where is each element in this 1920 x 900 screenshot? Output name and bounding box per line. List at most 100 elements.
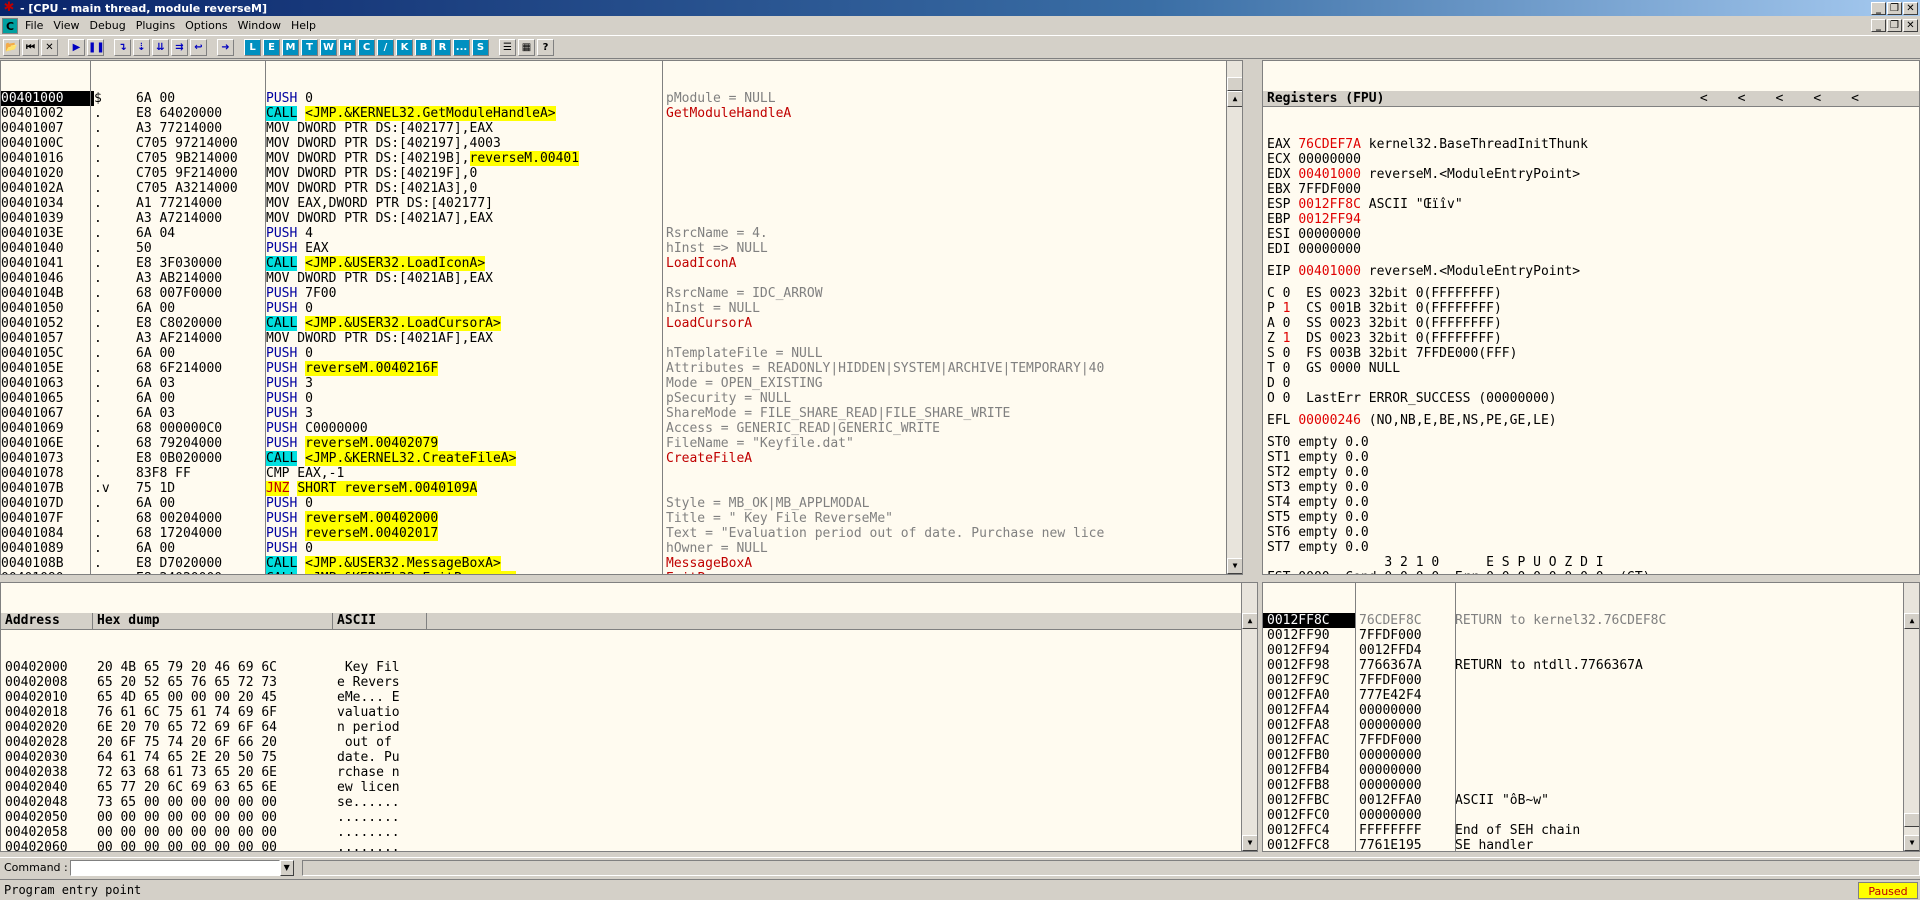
dump-address[interactable]: 00402060 — [1, 840, 93, 851]
restore-button[interactable]: ❐ — [1887, 1, 1902, 15]
restart-icon[interactable]: ⏮ — [22, 38, 39, 56]
address-cell[interactable]: 0040107F — [1, 511, 94, 526]
hex-bytes-cell[interactable]: A3 77214000 — [136, 121, 266, 136]
stack-row[interactable]: 0012FF98 7766367A RETURN to ntdll.7766367A — [1263, 658, 1919, 673]
instruction-cell[interactable]: PUSH 3 — [266, 376, 666, 391]
stack-address[interactable]: 0012FFB0 — [1263, 748, 1355, 763]
stack-value[interactable]: FFFFFFFF — [1355, 823, 1455, 838]
instruction-cell[interactable]: CMP EAX,-1 — [266, 466, 666, 481]
stack-value[interactable]: 00000000 — [1355, 703, 1455, 718]
stack-value[interactable]: 00000000 — [1355, 763, 1455, 778]
address-cell[interactable]: 0040105E — [1, 361, 94, 376]
instruction-cell[interactable]: CALL <JMP.&KERNEL32.GetModuleHandleA> — [266, 106, 666, 121]
menu-view[interactable]: View — [49, 19, 85, 32]
menu-options[interactable]: Options — [181, 19, 233, 32]
register-line[interactable]: FST 0000 Cond 0 0 0 0 Err 0 0 0 0 0 0 0 … — [1263, 570, 1919, 574]
hex-bytes-cell[interactable]: 6A 03 — [136, 376, 266, 391]
register-line[interactable]: ST1 empty 0.0 — [1263, 450, 1919, 465]
stack-row[interactable]: 0012FFB8 00000000 — [1263, 778, 1919, 793]
dump-hex[interactable]: 65 20 52 65 76 65 72 73 — [93, 675, 333, 690]
menu-file[interactable]: File — [21, 19, 49, 32]
instruction-cell[interactable]: JNZ SHORT reverseM.0040109A — [266, 481, 666, 496]
register-line[interactable]: EDX 00401000 reverseM.<ModuleEntryPoint> — [1263, 167, 1919, 182]
dump-hex[interactable]: 00 00 00 00 00 00 00 00 — [93, 840, 333, 851]
dump-address[interactable]: 00402008 — [1, 675, 93, 690]
dump-ascii[interactable]: date. Pu — [333, 750, 427, 765]
stack-address[interactable]: 0012FF8C — [1263, 613, 1355, 628]
close-button[interactable]: ✕ — [1903, 1, 1918, 15]
dump-address[interactable]: 00402050 — [1, 810, 93, 825]
scroll-down-icon[interactable]: ▼ — [1904, 835, 1919, 851]
instruction-cell[interactable]: MOV DWORD PTR DS:[4021A3],0 — [266, 181, 666, 196]
hex-bytes-cell[interactable]: 68 17204000 — [136, 526, 266, 541]
disasm-row[interactable]: 00401073. E8 0B020000 CALL <JMP.&KERNEL32.… — [1, 451, 1242, 466]
disasm-row[interactable]: 00401046. A3 AB214000 MOV DWORD PTR DS:[40… — [1, 271, 1242, 286]
window-button-patches[interactable]: / — [377, 38, 394, 56]
address-cell[interactable]: 0040100C — [1, 136, 94, 151]
instruction-cell[interactable]: PUSH 0 — [266, 496, 666, 511]
disasm-row[interactable]: 0040107D. 6A 00 PUSH 0 Style = MB_OK|MB_APP… — [1, 496, 1242, 511]
dump-ascii[interactable]: se...... — [333, 795, 427, 810]
stack-value[interactable]: 7FFDF000 — [1355, 733, 1455, 748]
scroll-thumb[interactable] — [1904, 813, 1919, 827]
dump-scrollbar[interactable]: ▲ ▼ — [1241, 583, 1257, 851]
disasm-row[interactable]: 00401065. 6A 00 PUSH 0 pSecurity = NULL — [1, 391, 1242, 406]
dump-ascii[interactable]: Key Fil — [333, 660, 427, 675]
stack-value[interactable]: 00000000 — [1355, 808, 1455, 823]
stack-row[interactable]: 0012FF90 7FFDF000 — [1263, 628, 1919, 643]
dump-address[interactable]: 00402020 — [1, 720, 93, 735]
dump-ascii[interactable]: ........ — [333, 840, 427, 851]
address-cell[interactable]: 00401041 — [1, 256, 94, 271]
register-line[interactable]: ST7 empty 0.0 — [1263, 540, 1919, 555]
stack-address[interactable]: 0012FFC8 — [1263, 838, 1355, 851]
child-minimize-button[interactable]: _ — [1871, 19, 1886, 32]
dump-row[interactable]: 00402018 76 61 6C 75 61 74 69 6F valuatio — [1, 705, 1257, 720]
dump-row[interactable]: 00402048 73 65 00 00 00 00 00 00 se...... — [1, 795, 1257, 810]
child-restore-button[interactable]: ❐ — [1887, 19, 1902, 32]
stack-address[interactable]: 0012FFA0 — [1263, 688, 1355, 703]
register-line[interactable]: ECX 00000000 — [1263, 152, 1919, 167]
window-button-k[interactable]: K — [396, 38, 413, 56]
hex-bytes-cell[interactable]: A1 77214000 — [136, 196, 266, 211]
register-line[interactable]: EBX 7FFDF000 — [1263, 182, 1919, 197]
instruction-cell[interactable]: PUSH 0 — [266, 301, 666, 316]
register-line[interactable]: EAX 76CDEF7A kernel32.BaseThreadInitThun… — [1263, 137, 1919, 152]
window-button-s[interactable]: S — [472, 38, 489, 56]
hex-bytes-cell[interactable]: 68 79204000 — [136, 436, 266, 451]
disasm-row[interactable]: 00401020. C705 9F214000 MOV DWORD PTR DS:[… — [1, 166, 1242, 181]
step-over-icon[interactable]: ⇣ — [133, 38, 150, 56]
stack-value[interactable]: 0012FFD4 — [1355, 643, 1455, 658]
stack-scrollbar[interactable]: ▲ ▼ — [1903, 583, 1919, 851]
stack-value[interactable]: 7FFDF000 — [1355, 673, 1455, 688]
dump-col-ascii[interactable]: ASCII — [333, 613, 427, 629]
disasm-row[interactable]: 00401050. 6A 00 PUSH 0 hInst = NULL — [1, 301, 1242, 316]
hex-bytes-cell[interactable]: C705 9F214000 — [136, 166, 266, 181]
stack-row[interactable]: 0012FFA4 00000000 — [1263, 703, 1919, 718]
help-icon[interactable]: ? — [537, 38, 554, 56]
instruction-cell[interactable]: CALL <JMP.&USER32.LoadCursorA> — [266, 316, 666, 331]
address-cell[interactable]: 00401057 — [1, 331, 94, 346]
dump-address[interactable]: 00402038 — [1, 765, 93, 780]
stack-value[interactable]: 0012FFA0 — [1355, 793, 1455, 808]
address-cell[interactable]: 00401050 — [1, 301, 94, 316]
window-button-m[interactable]: M — [282, 38, 299, 56]
cpu-window-icon[interactable]: C — [2, 17, 18, 34]
disasm-row[interactable]: 00401084. 68 17204000 PUSH reverseM.004020… — [1, 526, 1242, 541]
instruction-cell[interactable]: MOV DWORD PTR DS:[402177],EAX — [266, 121, 666, 136]
stack-row[interactable]: 0012FFC0 00000000 — [1263, 808, 1919, 823]
address-cell[interactable]: 00401052 — [1, 316, 94, 331]
instruction-cell[interactable]: PUSH 0 — [266, 91, 666, 106]
address-cell[interactable]: 00401002 — [1, 106, 94, 121]
dump-row[interactable]: 00402008 65 20 52 65 76 65 72 73 e Revers — [1, 675, 1257, 690]
register-line[interactable]: ESI 00000000 — [1263, 227, 1919, 242]
hex-bytes-cell[interactable]: 6A 00 — [136, 301, 266, 316]
stack-row[interactable]: 0012FFC4 FFFFFFFF End of SEH chain — [1263, 823, 1919, 838]
window-button-e[interactable]: E — [263, 38, 280, 56]
stack-row[interactable]: 0012FFBC 0012FFA0 ASCII "ôB~w" — [1263, 793, 1919, 808]
menu-help[interactable]: Help — [287, 19, 322, 32]
dump-ascii[interactable]: n period — [333, 720, 427, 735]
instruction-cell[interactable]: PUSH reverseM.00402000 — [266, 511, 666, 526]
dump-row[interactable]: 00402010 65 4D 65 00 00 00 20 45 eMe... E — [1, 690, 1257, 705]
dump-address[interactable]: 00402000 — [1, 660, 93, 675]
stack-value[interactable]: 7761E195 — [1355, 838, 1455, 851]
